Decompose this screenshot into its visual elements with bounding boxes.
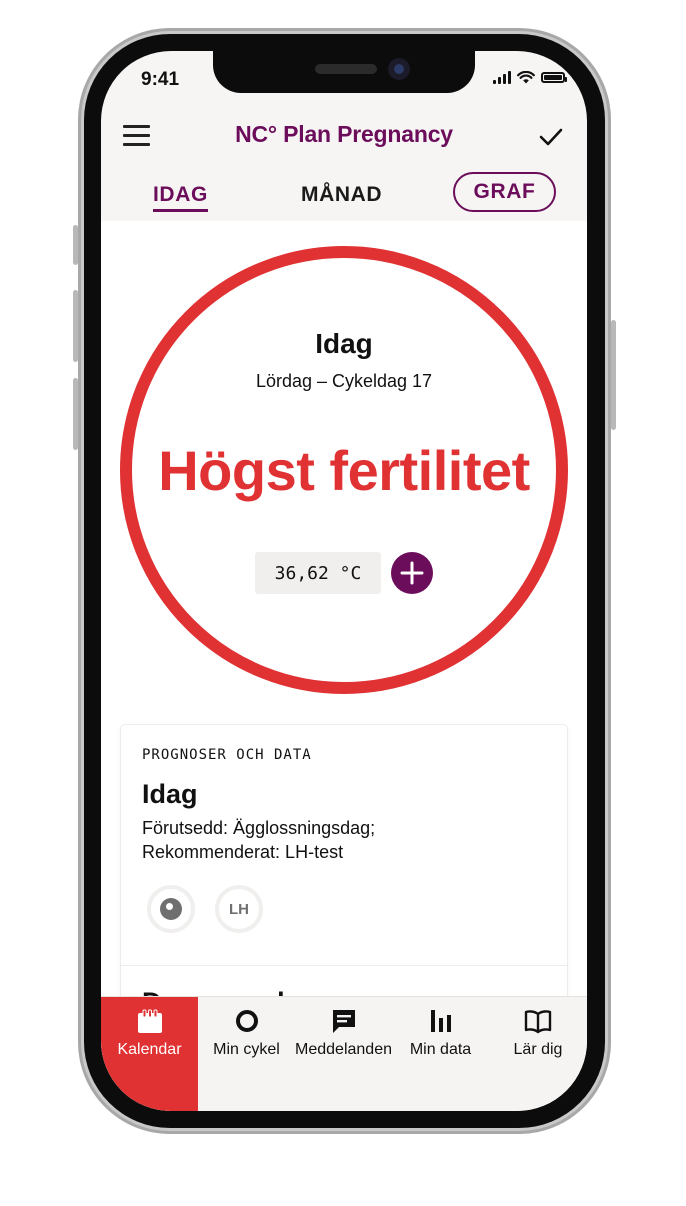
- message-icon: [332, 1010, 355, 1033]
- wifi-icon: [517, 71, 535, 84]
- nav-my-data[interactable]: Min data: [392, 997, 489, 1111]
- ovulation-icon: [160, 898, 182, 920]
- phone-volume-down: [73, 378, 78, 450]
- cycle-day-label: Lördag – Cykeldag 17: [255, 371, 433, 391]
- recommendation-text: Rekommenderat: LH-test: [142, 842, 344, 862]
- nav-label: Min data: [409, 1041, 472, 1058]
- speaker-grille: [315, 64, 377, 74]
- ring-title: Idag: [315, 328, 373, 359]
- lh-test-chip[interactable]: LH: [215, 885, 263, 933]
- tab-month[interactable]: MÅNAD: [301, 183, 382, 207]
- nav-label: Meddelanden: [295, 1041, 392, 1058]
- app-screen: 9:41 NC° Plan Pregnancy IDAG MÅNAD GRAF: [101, 51, 587, 1111]
- book-icon: [524, 1010, 552, 1034]
- nav-label: Lär dig: [513, 1041, 563, 1058]
- plus-icon: [400, 561, 424, 585]
- status-time: 9:41: [141, 69, 180, 90]
- nav-messages[interactable]: Meddelanden: [295, 997, 392, 1111]
- nav-label: Min cykel: [213, 1041, 280, 1058]
- card-divider: [121, 965, 567, 966]
- nav-my-cycle[interactable]: Min cykel: [198, 997, 295, 1111]
- nav-calendar[interactable]: Kalendar: [101, 997, 198, 1111]
- phone-volume-up: [73, 290, 78, 362]
- tab-today[interactable]: IDAG: [153, 183, 208, 212]
- view-tabs: IDAG MÅNAD GRAF: [101, 172, 587, 219]
- front-camera: [388, 58, 410, 80]
- prediction-text: Förutsedd: Ägglossningsdag;: [142, 818, 376, 838]
- add-data-button[interactable]: [391, 552, 433, 594]
- temperature-value[interactable]: 36,62 °C: [255, 552, 381, 594]
- tab-graph[interactable]: GRAF: [453, 172, 556, 212]
- calendar-icon: [137, 1009, 162, 1033]
- nav-learn[interactable]: Lär dig: [489, 997, 587, 1111]
- app-title: NC° Plan Pregnancy: [235, 121, 453, 147]
- status-icons: [493, 71, 567, 84]
- checkmark-icon: [539, 128, 563, 146]
- cycle-icon: [235, 1010, 258, 1032]
- signal-icon: [493, 71, 511, 84]
- ovulation-chip[interactable]: [147, 885, 195, 933]
- check-button[interactable]: [537, 123, 565, 151]
- card-kicker: PROGNOSER OCH DATA: [142, 747, 312, 763]
- card-title: Idag: [142, 779, 198, 809]
- fertility-status: Högst fertilitet: [158, 439, 530, 502]
- phone-power-button: [611, 320, 616, 430]
- bottom-navigation: Kalendar Min cykel Meddelanden Min data: [101, 996, 587, 1111]
- bar-chart-icon: [430, 1010, 451, 1032]
- notch: [213, 51, 475, 93]
- phone-mute-switch: [73, 225, 78, 265]
- nav-label: Kalendar: [117, 1041, 182, 1058]
- main-content: Idag Lördag – Cykeldag 17 Högst fertilit…: [101, 221, 587, 1045]
- battery-icon: [541, 72, 567, 83]
